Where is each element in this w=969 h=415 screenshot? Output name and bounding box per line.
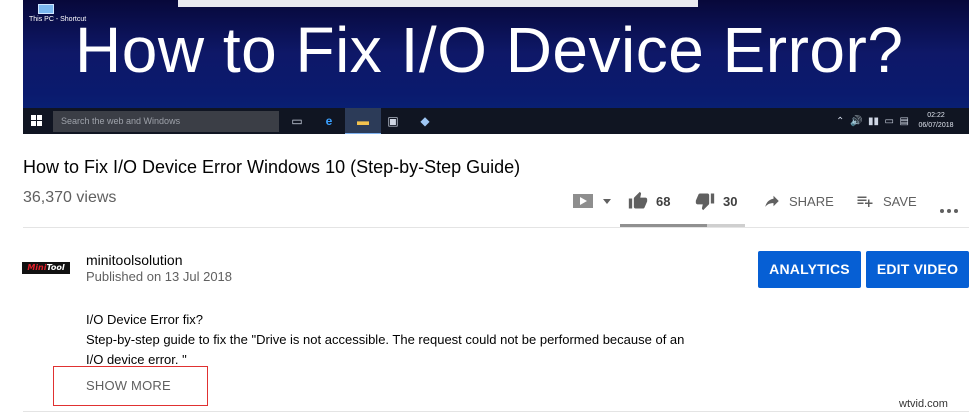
clock-time: 02:22 <box>927 112 945 119</box>
annotation-highlight-box <box>53 366 208 406</box>
description-line: I/O Device Error fix? <box>86 312 204 327</box>
windows-start-icon <box>31 115 43 127</box>
computer-icon <box>38 4 54 14</box>
description-line: Step-by-step guide to fix the "Drive is … <box>86 332 685 347</box>
video-title: How to Fix I/O Device Error Windows 10 (… <box>23 157 521 177</box>
section-divider <box>23 227 969 228</box>
watermark: wtvid.com <box>899 398 948 410</box>
thumbs-down-icon <box>695 193 715 211</box>
video-top-strip <box>178 0 698 7</box>
save-button[interactable]: SAVE <box>855 186 917 216</box>
playlist-add-icon <box>857 196 873 207</box>
share-button[interactable]: SHARE <box>763 186 834 216</box>
task-view-icon: ▭ <box>291 114 303 128</box>
playlist-play-icon <box>573 194 593 208</box>
video-player[interactable]: This PC - Shortcut How to Fix I/O Device… <box>23 0 969 134</box>
channel-logo[interactable]: MiniTool <box>22 262 70 274</box>
thumbnail-title: How to Fix I/O Device Error? <box>75 14 904 86</box>
dislike-count: 30 <box>723 193 738 209</box>
store-icon: ▣ <box>387 114 399 128</box>
edit-video-button[interactable]: EDIT VIDEO <box>866 251 969 288</box>
analytics-button[interactable]: ANALYTICS <box>758 251 861 288</box>
app-shortcut-icon: ◆ <box>420 114 430 128</box>
clock-date: 06/07/2018 <box>918 122 954 129</box>
edge-browser-icon: e <box>325 114 333 128</box>
section-divider <box>23 411 969 412</box>
taskbar-search-box: Search the web and Windows <box>53 111 279 132</box>
dislike-button[interactable]: 30 <box>695 186 737 216</box>
share-arrow-icon <box>765 195 779 207</box>
thumbs-up-icon <box>628 191 648 209</box>
publish-date: Published on 13 Jul 2018 <box>86 269 233 284</box>
more-actions-icon[interactable] <box>940 200 961 218</box>
chevron-down-icon <box>603 199 611 204</box>
system-tray-icons: ⌃ 🔊 ▮▮ ▭ ▤ <box>836 116 909 127</box>
windows-taskbar: Search the web and Windows ▭ e ▬ ▣ ◆ ⌃ 🔊… <box>23 108 969 134</box>
save-label: SAVE <box>883 193 917 209</box>
like-count: 68 <box>656 193 671 209</box>
video-description: I/O Device Error fix? Step-by-step guide… <box>86 310 706 370</box>
file-explorer-icon: ▬ <box>357 114 369 128</box>
channel-name[interactable]: minitoolsolution <box>86 251 183 269</box>
this-pc-desktop-icon: This PC - Shortcut <box>29 4 86 34</box>
video-actions-bar: 68 30 SHARE SAVE <box>570 186 969 216</box>
taskbar-clock: 02:22 06/07/2018 <box>913 111 959 131</box>
share-label: SHARE <box>789 193 834 209</box>
view-count: 36,370 views <box>23 189 117 206</box>
like-button[interactable]: 68 <box>628 186 670 216</box>
playlist-dropdown-button[interactable] <box>572 186 612 216</box>
